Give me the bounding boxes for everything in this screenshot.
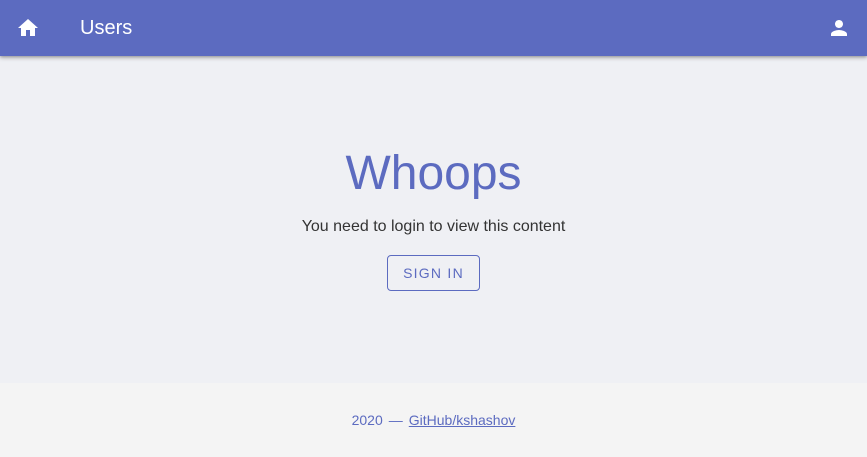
github-link[interactable]: GitHub/kshashov — [409, 412, 516, 428]
page-title: Users — [80, 17, 133, 39]
app-bar: Users — [0, 0, 867, 56]
account-icon — [831, 20, 847, 36]
sign-in-button[interactable]: SIGN IN — [387, 255, 480, 291]
login-required-message: You need to login to view this content — [301, 218, 566, 235]
home-icon — [18, 19, 38, 36]
home-button[interactable] — [8, 8, 48, 48]
footer: 2020 — GitHub/kshashov — [0, 383, 867, 457]
footer-year: 2020 — [351, 412, 383, 428]
error-headline: Whoops — [345, 147, 522, 200]
footer-separator: — — [388, 412, 403, 428]
account-button[interactable] — [819, 8, 859, 48]
main-content: Whoops You need to login to view this co… — [0, 56, 867, 383]
